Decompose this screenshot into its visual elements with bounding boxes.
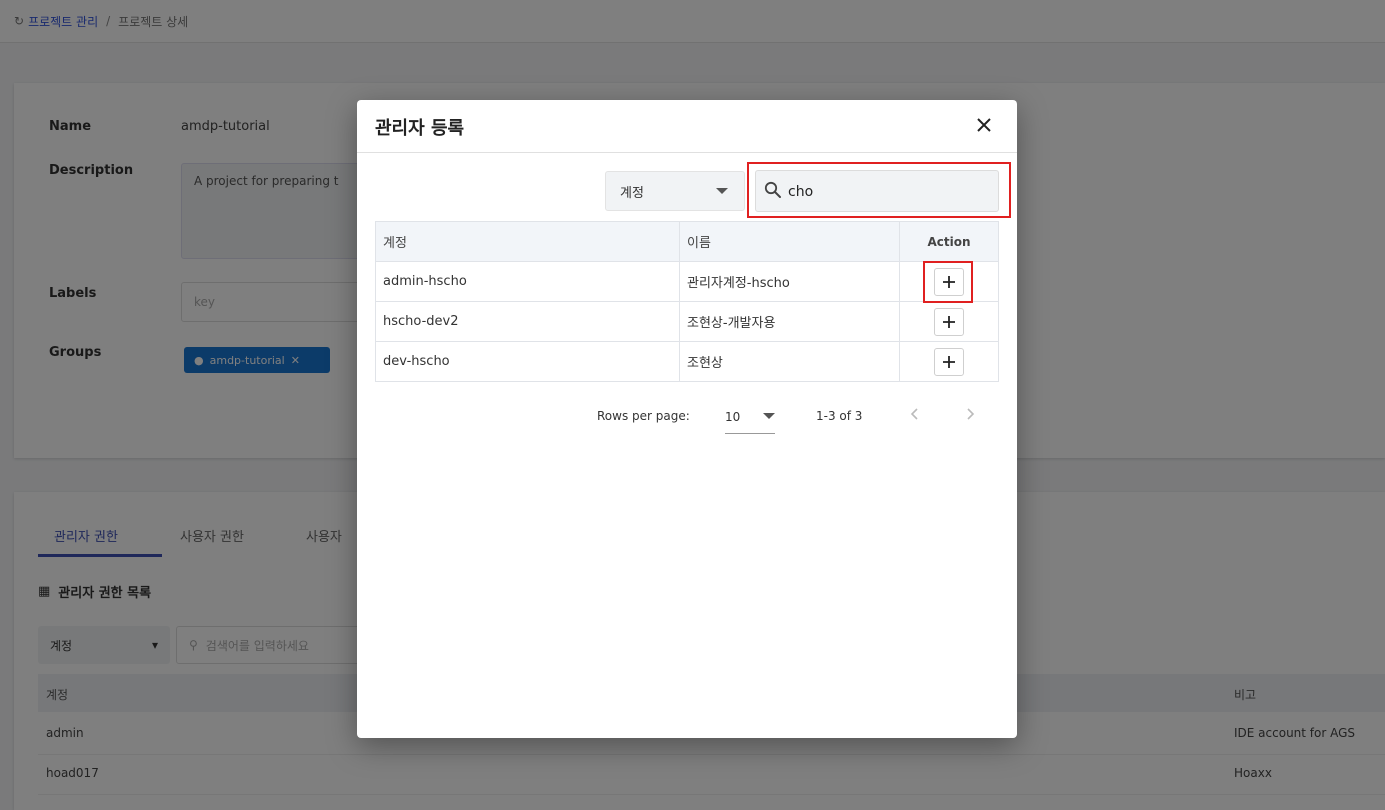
chevron-down-icon — [716, 187, 728, 194]
rows-per-page-label: Rows per page: — [597, 409, 690, 423]
row-account: hscho-dev2 — [376, 302, 680, 341]
search-type-select[interactable]: 계정 — [605, 171, 745, 211]
add-button[interactable] — [934, 307, 964, 336]
plus-icon — [943, 315, 955, 328]
chevron-right-icon — [967, 408, 975, 420]
row-action — [900, 342, 998, 381]
add-button-wrapper — [923, 260, 973, 303]
row-action — [900, 302, 998, 341]
accounts-table: 계정 이름 Action admin-hscho 관리자계정-hscho hsc… — [375, 221, 999, 382]
chevron-down-icon — [763, 413, 775, 419]
search-icon — [764, 181, 781, 198]
page-range: 1-3 of 3 — [816, 409, 863, 423]
add-button-highlight — [923, 260, 973, 303]
rows-per-page-select[interactable]: 10 — [725, 400, 775, 434]
row-name: 조현상 — [680, 342, 900, 381]
dialog-title: 관리자 등록 — [375, 118, 465, 139]
plus-icon — [943, 355, 955, 368]
column-name: 이름 — [680, 222, 900, 261]
search-input[interactable] — [786, 180, 990, 204]
column-account: 계정 — [376, 222, 680, 261]
register-admin-dialog: 관리자 등록 계정 계정 이름 Action admin-hscho 관리자계정… — [357, 100, 1017, 738]
table-row: hscho-dev2 조현상-개발자용 — [376, 302, 998, 342]
next-page-button[interactable] — [962, 406, 978, 425]
chevron-left-icon — [910, 408, 918, 420]
row-account: admin-hscho — [376, 262, 680, 301]
table-row: dev-hscho 조현상 — [376, 342, 998, 381]
search-field[interactable] — [755, 170, 999, 212]
rows-per-page-value: 10 — [725, 409, 741, 424]
prev-page-button[interactable] — [907, 406, 923, 425]
row-name: 조현상-개발자용 — [680, 302, 900, 341]
row-action — [900, 260, 998, 303]
row-account: dev-hscho — [376, 342, 680, 381]
close-icon — [977, 118, 991, 132]
pagination: Rows per page: 10 1-3 of 3 — [357, 400, 1017, 436]
search-type-value: 계정 — [620, 185, 644, 201]
dialog-header: 관리자 등록 — [357, 100, 1017, 153]
column-action: Action — [927, 234, 971, 249]
table-header: 계정 이름 Action — [376, 222, 998, 262]
close-button[interactable] — [971, 112, 997, 138]
row-name: 관리자계정-hscho — [680, 262, 900, 301]
table-row: admin-hscho 관리자계정-hscho — [376, 260, 998, 303]
add-button[interactable] — [934, 347, 964, 376]
